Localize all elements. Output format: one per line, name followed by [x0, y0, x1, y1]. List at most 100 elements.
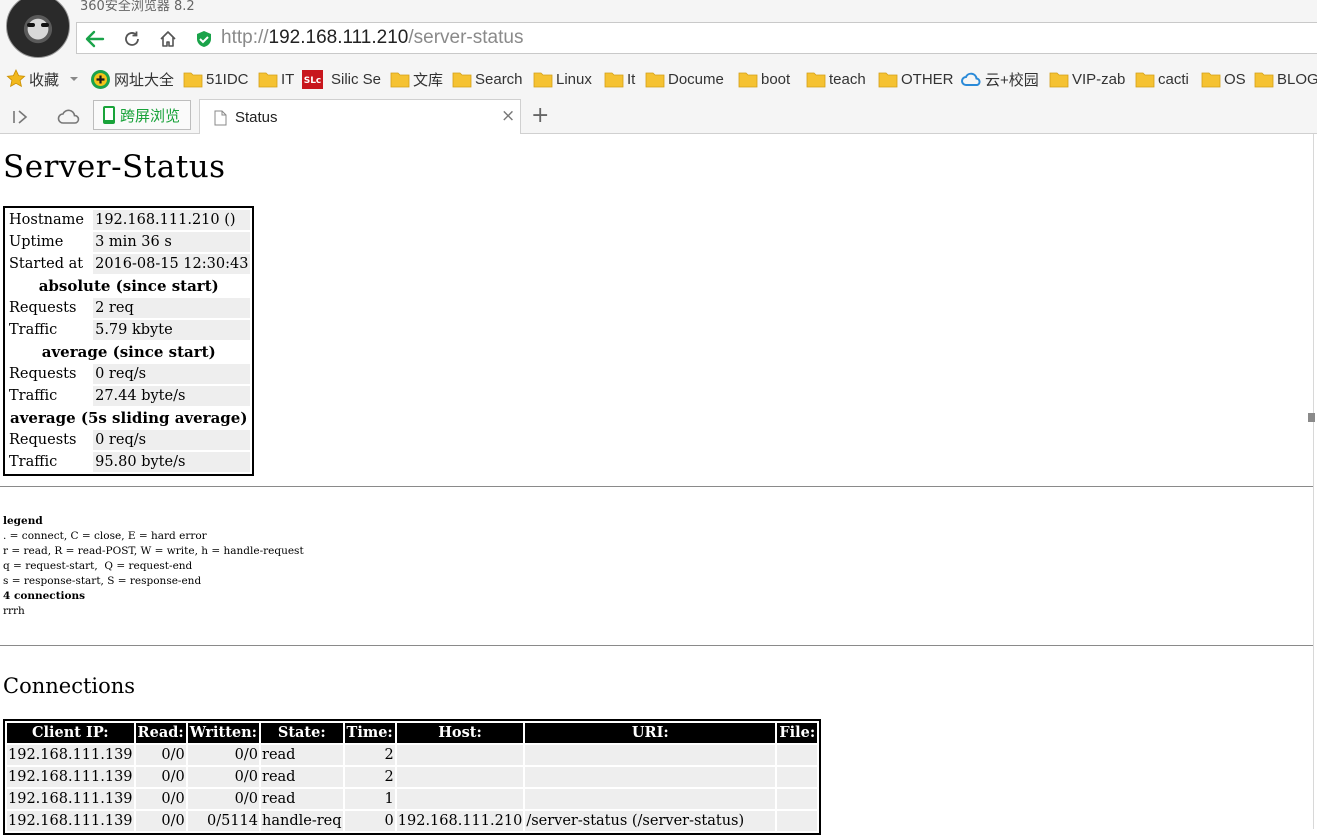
url-path: /server-status: [408, 27, 524, 48]
tab-label: Status: [235, 109, 278, 126]
table-row: Traffic 27.44 byte/s: [7, 386, 251, 406]
silic-logo-icon: SLc: [302, 69, 323, 89]
bookmark-label: VIP-zab: [1072, 70, 1126, 88]
cloud-icon: [961, 72, 981, 86]
bookmark-folder[interactable]: Linux: [533, 69, 592, 89]
bookmark-folder[interactable]: Search: [452, 69, 523, 89]
column-header: Client IP:: [7, 723, 134, 743]
bookmark-folder[interactable]: cacti: [1135, 69, 1189, 89]
bookmark-folder[interactable]: VIP-zab: [1049, 69, 1125, 89]
folder-icon: [1049, 72, 1069, 87]
window-title: 360安全浏览器 8.2: [80, 0, 195, 14]
folder-icon: [452, 72, 472, 87]
bookmark-folder[interactable]: OTHER: [878, 69, 954, 89]
bookmark-folder[interactable]: boot: [738, 69, 790, 89]
bookmark-folder[interactable]: BLOG: [1254, 69, 1317, 89]
divider: [0, 645, 1314, 646]
bookmark-item[interactable]: 网址大全: [90, 69, 174, 89]
table-row: Requests 0 req/s: [7, 364, 251, 384]
row-value: 192.168.111.210 (): [93, 210, 251, 230]
legend: legend . = connect, C = close, E = hard …: [3, 514, 304, 619]
back-button[interactable]: [81, 26, 109, 52]
row-value: 0 req/s: [93, 430, 251, 450]
column-header: Read:: [135, 723, 186, 743]
url-scheme: http://: [221, 27, 269, 48]
user-avatar[interactable]: [6, 0, 70, 58]
bookmark-label: Search: [475, 70, 523, 88]
folder-icon: [1201, 72, 1221, 87]
row-value: 5.79 kbyte: [93, 320, 251, 340]
bookmark-label: teach: [829, 70, 866, 88]
cell-read: 0/0: [135, 789, 186, 809]
section-header-row: absolute (since start): [7, 276, 250, 296]
row-value: 0 req/s: [93, 364, 251, 384]
row-value: 2016-08-15 12:30:43: [93, 254, 251, 274]
bookmark-label: boot: [761, 70, 791, 88]
page-title: Server-Status: [3, 149, 226, 185]
cell-read: 0/0: [135, 767, 186, 787]
connection-state-string: rrrh: [3, 605, 25, 617]
cell-host: [396, 745, 524, 765]
legend-title: legend: [3, 515, 43, 527]
cell-file: [777, 811, 818, 831]
bookmark-folder[interactable]: IT: [258, 69, 294, 89]
bookmark-item[interactable]: 云+校园: [960, 69, 1039, 89]
row-label: Requests: [7, 298, 92, 318]
cell-client-ip: 192.168.111.139: [7, 745, 134, 765]
url-text[interactable]: http://192.168.111.210/server-status: [221, 27, 523, 49]
bookmark-folder[interactable]: Docume: [645, 69, 724, 89]
new-tab-button[interactable]: +: [531, 103, 549, 128]
bookmark-label: Docume: [668, 70, 724, 88]
bookmark-favorites[interactable]: 收藏: [6, 69, 84, 89]
cell-file: [777, 789, 818, 809]
server-status-table: Hostname 192.168.111.210 () Uptime 3 min 3…: [3, 206, 255, 476]
bookmark-folder[interactable]: It: [604, 69, 635, 89]
scrollbar-marker[interactable]: [1308, 413, 1315, 422]
bookmark-folder[interactable]: 51IDC: [183, 69, 249, 89]
tab-status[interactable]: Status ×: [199, 99, 521, 134]
cross-screen-button[interactable]: 跨屏浏览: [93, 100, 191, 130]
table-row: 192.168.111.139 0/0 0/0 read 1: [7, 789, 818, 809]
bookmark-label: 网址大全: [114, 71, 175, 89]
table-row: Requests 2 req: [7, 298, 251, 318]
column-header: File:: [777, 723, 818, 743]
legend-line: q = request-start, Q = request-end: [3, 560, 193, 572]
security-shield-icon[interactable]: [195, 30, 213, 48]
home-button[interactable]: [154, 26, 182, 52]
table-row: 192.168.111.139 0/0 0/5114 handle-req 0 …: [7, 811, 818, 831]
column-header: State:: [261, 723, 343, 743]
cell-client-ip: 192.168.111.139: [7, 789, 134, 809]
row-label: Started at: [7, 254, 92, 274]
connections-title: Connections: [3, 674, 136, 698]
phone-icon: [103, 106, 115, 124]
section-header-row: average (5s sliding average): [7, 408, 250, 428]
row-value: 3 min 36 s: [93, 232, 251, 252]
divider: [0, 486, 1314, 487]
cell-time: 1: [344, 789, 395, 809]
bookmark-label: Silic Se: [331, 70, 382, 88]
column-header: URI:: [525, 723, 776, 743]
bookmark-folder[interactable]: teach: [806, 69, 866, 89]
table-row: Traffic 95.80 byte/s: [7, 452, 251, 472]
bookmark-label: 云+校园: [985, 71, 1039, 89]
chevron-down-icon[interactable]: [67, 74, 81, 84]
bookmark-folder[interactable]: 文库: [390, 69, 443, 89]
sidebar-toggle-icon[interactable]: [10, 108, 30, 126]
cell-time: 2: [344, 767, 395, 787]
cloud-sync-icon[interactable]: [57, 108, 81, 126]
cell-state: read: [261, 767, 343, 787]
bookmark-label: IT: [281, 70, 295, 88]
cell-client-ip: 192.168.111.139: [7, 811, 134, 831]
table-row: Hostname 192.168.111.210 (): [7, 210, 251, 230]
bookmark-folder[interactable]: OS: [1201, 69, 1246, 89]
refresh-button[interactable]: [118, 26, 146, 52]
table-row: Traffic 5.79 kbyte: [7, 320, 251, 340]
table-row: Requests 0 req/s: [7, 430, 251, 450]
folder-icon: [258, 72, 278, 87]
bookmark-label: 文库: [413, 71, 444, 89]
plus-circle-icon: [91, 69, 110, 89]
close-icon[interactable]: ×: [501, 108, 515, 125]
bookmark-item[interactable]: SLc Silic Se: [302, 69, 381, 89]
folder-icon: [738, 72, 758, 87]
bookmark-label: 收藏: [29, 71, 60, 89]
